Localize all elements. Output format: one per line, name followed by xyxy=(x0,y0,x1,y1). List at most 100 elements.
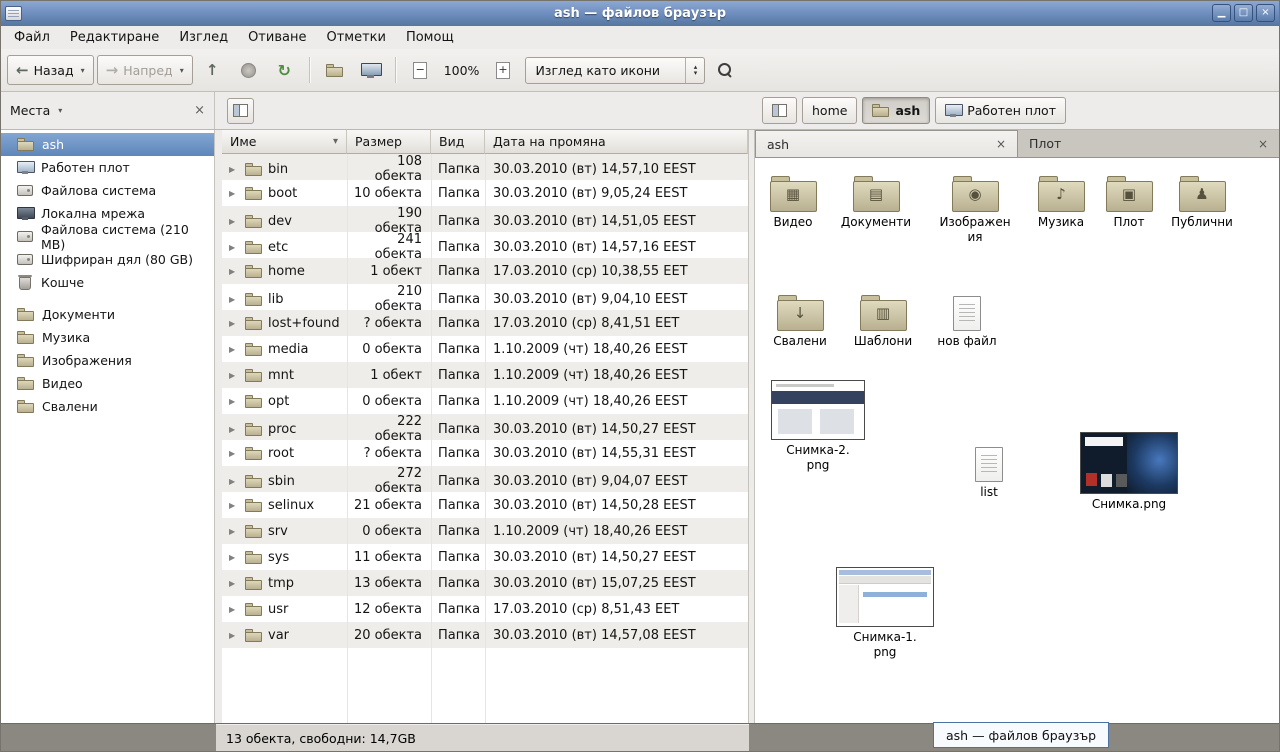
drive-icon xyxy=(17,185,33,196)
expander-icon[interactable]: ▶ xyxy=(229,371,239,380)
expander-icon[interactable]: ▶ xyxy=(229,579,239,588)
expander-icon[interactable]: ▶ xyxy=(229,243,239,252)
menu-view[interactable]: Изглед xyxy=(169,28,238,47)
sidebar-item-desktop[interactable]: Работен плот xyxy=(0,156,214,179)
menu-bookmarks[interactable]: Отметки xyxy=(316,28,395,47)
icon-view[interactable]: ▦Видео▤Документи◉Изображен ия♪Музика▣Пло… xyxy=(755,158,1280,723)
view-mode-select[interactable]: Изглед като икони ▴▾ xyxy=(525,57,705,84)
tab-plot[interactable]: Плот× xyxy=(1018,130,1280,157)
root-location-button[interactable] xyxy=(227,98,254,124)
pane-splitter[interactable] xyxy=(748,130,755,723)
icon-item-templates-folder[interactable]: ▥Шаблони xyxy=(841,295,925,349)
column-header-size[interactable]: Размер xyxy=(347,130,431,154)
cell-name: ▶usr xyxy=(222,602,347,617)
icon-item-snimka-1[interactable]: Снимка-1. png xyxy=(825,567,945,660)
path-button-root[interactable] xyxy=(762,97,797,124)
stop-button[interactable] xyxy=(232,55,265,85)
tab-ash[interactable]: ash× xyxy=(755,130,1018,157)
sidebar-item-images[interactable]: Изображения xyxy=(0,349,214,372)
cell-type: Папка xyxy=(431,602,485,617)
icon-item-images-folder[interactable]: ◉Изображен ия xyxy=(933,176,1017,245)
icon-item-documents-folder[interactable]: ▤Документи xyxy=(834,176,918,230)
places-close-button[interactable]: × xyxy=(194,103,205,118)
forward-button[interactable]: → Напред ▾ xyxy=(97,55,193,85)
toolbar-separator xyxy=(309,57,310,83)
column-header-modified[interactable]: Дата на промяна xyxy=(485,130,748,154)
icon-item-public-folder[interactable]: ♟Публични xyxy=(1160,176,1244,230)
expander-icon[interactable]: ▶ xyxy=(229,449,239,458)
expander-icon[interactable]: ▶ xyxy=(229,425,239,434)
reload-button[interactable]: ↻ xyxy=(268,55,301,85)
folder-icon xyxy=(245,395,262,408)
sidebar-item-music[interactable]: Музика xyxy=(0,326,214,349)
sidebar-item-video[interactable]: Видео xyxy=(0,372,214,395)
icon-item-new-file[interactable]: нов файл xyxy=(925,295,1009,349)
up-button[interactable]: ↑ xyxy=(196,55,229,85)
column-header-name[interactable]: Име▾ xyxy=(222,130,347,154)
expander-icon[interactable]: ▶ xyxy=(229,295,239,304)
menu-help[interactable]: Помощ xyxy=(396,28,464,47)
sidebar-item-filesystem-210mb[interactable]: Файлова система (210 MB) xyxy=(0,225,214,248)
app-icon xyxy=(5,6,22,21)
expander-icon[interactable]: ▶ xyxy=(229,527,239,536)
icon-item-desktop-folder[interactable]: ▣Плот xyxy=(1087,176,1171,230)
sidebar-item-encrypted-80gb[interactable]: Шифриран дял (80 GB) xyxy=(0,248,214,271)
sidebar-item-filesystem[interactable]: Файлова система xyxy=(0,179,214,202)
pane-splitter[interactable] xyxy=(215,130,222,723)
zoom-out-button[interactable]: − xyxy=(404,55,437,85)
sidebar-item-documents[interactable]: Документи xyxy=(0,303,214,326)
sidebar-item-trash[interactable]: Кошче xyxy=(0,271,214,294)
home-button[interactable] xyxy=(318,55,351,85)
spinner-icons[interactable]: ▴▾ xyxy=(685,58,704,83)
sidebar-item-label: Работен плот xyxy=(41,160,130,175)
cell-size: 1 обект xyxy=(347,368,431,383)
folder-icon: ◉ xyxy=(952,176,999,212)
search-button[interactable] xyxy=(708,55,741,85)
menu-edit[interactable]: Редактиране xyxy=(60,28,169,47)
expander-icon[interactable]: ▶ xyxy=(229,189,239,198)
maximize-button[interactable]: □ xyxy=(1234,4,1253,22)
icon-item-video-folder[interactable]: ▦Видео xyxy=(755,176,835,230)
expander-icon[interactable]: ▶ xyxy=(229,319,239,328)
path-button-ash[interactable]: ash xyxy=(862,97,930,124)
menu-go[interactable]: Отиване xyxy=(238,28,316,47)
computer-button[interactable] xyxy=(354,55,387,85)
zoom-in-button[interactable]: + xyxy=(486,55,519,85)
cell-name: ▶srv xyxy=(222,524,347,539)
minimize-button[interactable]: ▁ xyxy=(1212,4,1231,22)
tab-close-icon[interactable]: × xyxy=(996,137,1006,151)
back-dropdown-icon[interactable]: ▾ xyxy=(81,66,85,75)
cell-type: Папка xyxy=(431,394,485,409)
expander-icon[interactable]: ▶ xyxy=(229,501,239,510)
sidebar-item-ash[interactable]: ash xyxy=(0,133,214,156)
icon-item-list-file[interactable]: list xyxy=(947,446,1031,500)
expander-icon[interactable]: ▶ xyxy=(229,477,239,486)
folder-icon xyxy=(245,187,262,200)
places-title: Места xyxy=(10,103,50,118)
path-button-desktop[interactable]: Работен плот xyxy=(935,97,1066,124)
expander-icon[interactable]: ▶ xyxy=(229,631,239,640)
column-header-type[interactable]: Вид xyxy=(431,130,485,154)
expander-icon[interactable]: ▶ xyxy=(229,605,239,614)
expander-icon[interactable]: ▶ xyxy=(229,397,239,406)
forward-dropdown-icon[interactable]: ▾ xyxy=(180,66,184,75)
close-button[interactable]: × xyxy=(1256,4,1275,22)
icon-item-snimka-2[interactable]: Снимка-2. png xyxy=(763,380,873,473)
sidebar-item-downloads[interactable]: Свалени xyxy=(0,395,214,418)
expander-icon[interactable]: ▶ xyxy=(229,165,239,174)
icon-item-snimka[interactable]: Снимка.png xyxy=(1069,432,1189,512)
folder-icon xyxy=(245,343,262,356)
back-button[interactable]: ← Назад ▾ xyxy=(7,55,94,85)
expander-icon[interactable]: ▶ xyxy=(229,217,239,226)
image-thumbnail xyxy=(836,567,934,627)
menu-file[interactable]: Файл xyxy=(4,28,60,47)
cell-modified: 30.03.2010 (вт) 14,57,08 EEST xyxy=(485,628,748,643)
expander-icon[interactable]: ▶ xyxy=(229,345,239,354)
icon-item-downloads-folder[interactable]: ↓Свалени xyxy=(758,295,842,349)
sidebar-item-label: Музика xyxy=(42,330,90,345)
places-selector[interactable]: Места ▾ xyxy=(10,103,62,118)
tab-close-icon[interactable]: × xyxy=(1258,137,1268,151)
expander-icon[interactable]: ▶ xyxy=(229,267,239,276)
expander-icon[interactable]: ▶ xyxy=(229,553,239,562)
path-button-home[interactable]: home xyxy=(802,97,857,124)
